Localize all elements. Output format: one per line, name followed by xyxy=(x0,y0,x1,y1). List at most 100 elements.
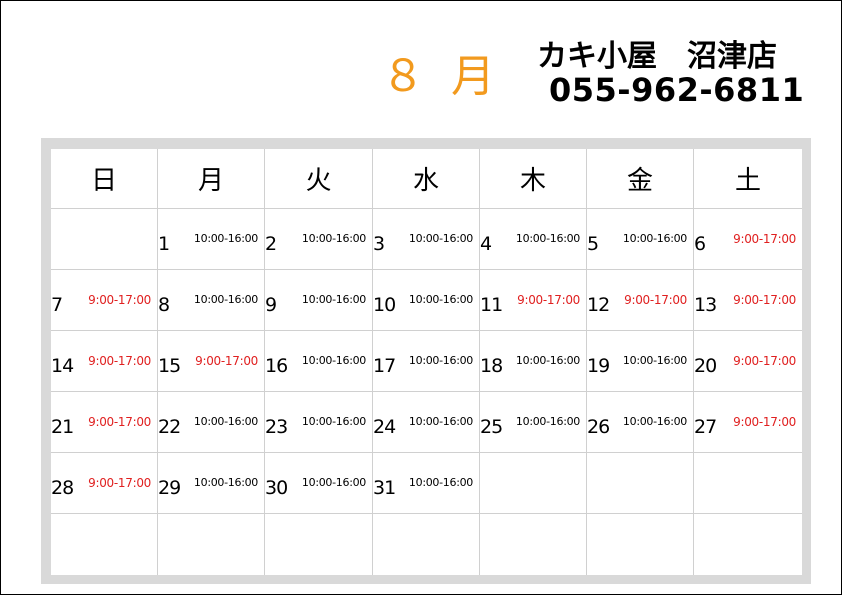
calendar-day-cell: 24 10:00-16:00 xyxy=(373,392,480,453)
day-number: 8 xyxy=(158,294,170,316)
day-number: 29 xyxy=(158,477,181,499)
day-number: 15 xyxy=(158,355,181,377)
day-number: 1 xyxy=(158,233,170,255)
calendar-day-cell: 11 9:00-17:00 xyxy=(480,270,587,331)
weekday-header: 日 xyxy=(51,149,158,209)
business-hours: 10:00-16:00 xyxy=(408,232,473,245)
calendar-day-cell: 22 10:00-16:00 xyxy=(158,392,265,453)
calendar-day-cell: 3 10:00-16:00 xyxy=(373,209,480,270)
calendar-day-cell xyxy=(587,453,694,514)
calendar-day-cell: 13 9:00-17:00 xyxy=(694,270,802,331)
day-number: 2 xyxy=(265,233,277,255)
business-hours: 9:00-17:00 xyxy=(88,476,151,490)
calendar-day-cell: 17 10:00-16:00 xyxy=(373,331,480,392)
business-hours: 9:00-17:00 xyxy=(733,354,796,368)
calendar-day-cell: 28 9:00-17:00 xyxy=(51,453,158,514)
calendar-day-cell: 21 9:00-17:00 xyxy=(51,392,158,453)
calendar-day-cell xyxy=(480,514,587,575)
calendar-day-cell xyxy=(373,514,480,575)
business-hours: 10:00-16:00 xyxy=(622,354,687,367)
business-hours: 10:00-16:00 xyxy=(301,354,366,367)
weekday-header: 金 xyxy=(587,149,694,209)
business-hours: 10:00-16:00 xyxy=(301,476,366,489)
month-title: ８ 月 xyxy=(381,51,501,102)
day-number: 24 xyxy=(373,416,396,438)
calendar-day-cell: 27 9:00-17:00 xyxy=(694,392,802,453)
business-hours: 10:00-16:00 xyxy=(622,232,687,245)
calendar-day-cell: 6 9:00-17:00 xyxy=(694,209,802,270)
day-number: 19 xyxy=(587,355,610,377)
day-number: 26 xyxy=(587,416,610,438)
calendar-day-cell: 31 10:00-16:00 xyxy=(373,453,480,514)
business-hours: 10:00-16:00 xyxy=(301,293,366,306)
weekday-header: 月 xyxy=(158,149,265,209)
calendar-day-cell: 18 10:00-16:00 xyxy=(480,331,587,392)
day-number: 25 xyxy=(480,416,503,438)
business-hours: 10:00-16:00 xyxy=(193,415,258,428)
day-number: 23 xyxy=(265,416,288,438)
business-hours: 10:00-16:00 xyxy=(515,354,580,367)
weekday-header: 火 xyxy=(265,149,373,209)
calendar-day-cell xyxy=(694,514,802,575)
business-hours: 10:00-16:00 xyxy=(193,232,258,245)
calendar-day-cell xyxy=(51,514,158,575)
day-number: 17 xyxy=(373,355,396,377)
calendar-day-cell: 1 10:00-16:00 xyxy=(158,209,265,270)
business-hours: 10:00-16:00 xyxy=(301,415,366,428)
phone-number: 055-962-6811 xyxy=(549,71,805,109)
calendar-page: ８ 月 カキ小屋 沼津店 055-962-6811 日月火水木金土 1 10:00-… xyxy=(0,0,842,595)
day-number: 31 xyxy=(373,477,396,499)
business-hours: 9:00-17:00 xyxy=(195,354,258,368)
calendar-day-cell: 7 9:00-17:00 xyxy=(51,270,158,331)
calendar-day-cell: 16 10:00-16:00 xyxy=(265,331,373,392)
business-hours: 9:00-17:00 xyxy=(88,293,151,307)
business-hours: 10:00-16:00 xyxy=(515,232,580,245)
calendar-day-cell: 9 10:00-16:00 xyxy=(265,270,373,331)
business-hours: 9:00-17:00 xyxy=(733,293,796,307)
business-hours: 9:00-17:00 xyxy=(88,354,151,368)
business-hours: 10:00-16:00 xyxy=(193,293,258,306)
business-hours: 9:00-17:00 xyxy=(517,293,580,307)
calendar-day-cell: 5 10:00-16:00 xyxy=(587,209,694,270)
calendar-day-cell: 29 10:00-16:00 xyxy=(158,453,265,514)
calendar-day-cell xyxy=(480,453,587,514)
shop-name: カキ小屋 沼津店 xyxy=(537,39,777,74)
calendar-day-cell xyxy=(265,514,373,575)
calendar-day-cell: 23 10:00-16:00 xyxy=(265,392,373,453)
business-hours: 10:00-16:00 xyxy=(515,415,580,428)
calendar-day-cell: 10 10:00-16:00 xyxy=(373,270,480,331)
calendar-grid: 日月火水木金土 1 10:00-16:00 2 10:00-16:00 3 10:00-16… xyxy=(51,149,802,575)
day-number: 11 xyxy=(480,294,503,316)
calendar-day-cell: 2 10:00-16:00 xyxy=(265,209,373,270)
calendar-day-cell xyxy=(694,453,802,514)
day-number: 20 xyxy=(694,355,717,377)
business-hours: 10:00-16:00 xyxy=(193,476,258,489)
day-number: 28 xyxy=(51,477,74,499)
weekday-header: 土 xyxy=(694,149,802,209)
day-number: 3 xyxy=(373,233,385,255)
day-number: 22 xyxy=(158,416,181,438)
calendar-day-cell: 30 10:00-16:00 xyxy=(265,453,373,514)
day-number: 16 xyxy=(265,355,288,377)
day-number: 4 xyxy=(480,233,492,255)
calendar-day-cell: 4 10:00-16:00 xyxy=(480,209,587,270)
business-hours: 10:00-16:00 xyxy=(408,354,473,367)
day-number: 10 xyxy=(373,294,396,316)
calendar-day-cell: 15 9:00-17:00 xyxy=(158,331,265,392)
business-hours: 9:00-17:00 xyxy=(733,415,796,429)
day-number: 30 xyxy=(265,477,288,499)
day-number: 12 xyxy=(587,294,610,316)
calendar-day-cell: 19 10:00-16:00 xyxy=(587,331,694,392)
day-number: 14 xyxy=(51,355,74,377)
business-hours: 10:00-16:00 xyxy=(622,415,687,428)
day-number: 6 xyxy=(694,233,706,255)
day-number: 21 xyxy=(51,416,74,438)
calendar-day-cell: 12 9:00-17:00 xyxy=(587,270,694,331)
calendar-day-cell xyxy=(587,514,694,575)
day-number: 18 xyxy=(480,355,503,377)
business-hours: 9:00-17:00 xyxy=(733,232,796,246)
business-hours: 10:00-16:00 xyxy=(408,293,473,306)
business-hours: 10:00-16:00 xyxy=(408,415,473,428)
business-hours: 9:00-17:00 xyxy=(88,415,151,429)
calendar-day-cell: 25 10:00-16:00 xyxy=(480,392,587,453)
